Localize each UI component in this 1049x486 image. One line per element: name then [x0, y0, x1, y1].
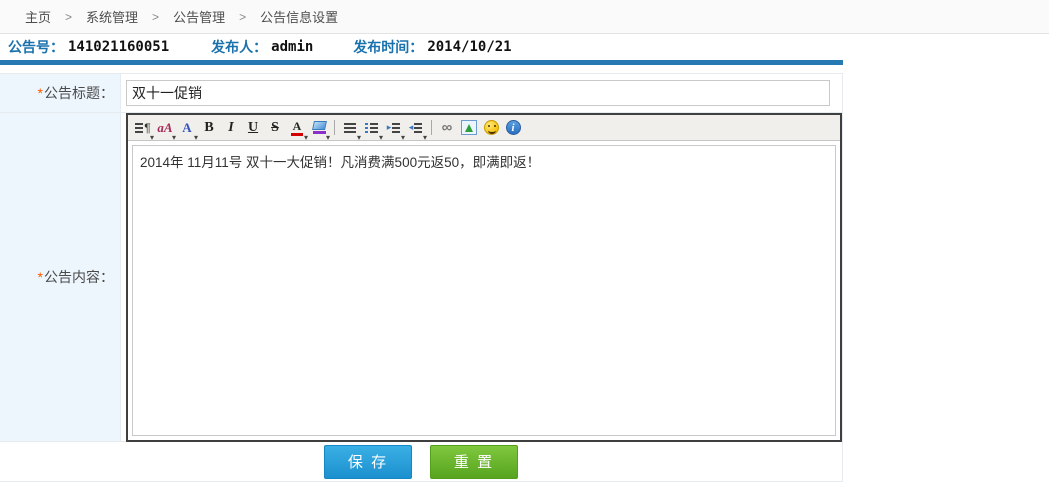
emoticon-icon[interactable]: [480, 117, 502, 139]
editor-content-area[interactable]: 2014年 11月11号 双十一大促销！凡消费满500元返50，即满即返！: [132, 145, 836, 436]
toolbar-separator: [431, 120, 432, 135]
blue-divider: [0, 60, 843, 65]
notice-no-label: 公告号：: [8, 37, 64, 57]
breadcrumb: 主页 > 系统管理 > 公告管理 > 公告信息设置: [0, 0, 1049, 34]
strikethrough-icon[interactable]: S: [264, 117, 286, 139]
breadcrumb-home[interactable]: 主页: [25, 7, 51, 26]
save-button[interactable]: 保 存: [324, 445, 412, 479]
outdent-icon[interactable]: ◂: [405, 117, 427, 139]
breadcrumb-separator: >: [65, 10, 72, 24]
underline-icon[interactable]: U: [242, 117, 264, 139]
breadcrumb-system-management[interactable]: 系统管理: [86, 7, 138, 26]
publisher-label: 发布人：: [211, 37, 267, 57]
content-label: 公告内容：: [44, 267, 114, 287]
link-icon[interactable]: ∞: [436, 117, 458, 139]
editor-toolbar: ¶ aA A B I U: [128, 115, 840, 141]
editor-body-wrap: 2014年 11月11号 双十一大促销！凡消费满500元返50，即满即返！: [128, 141, 840, 440]
reset-button[interactable]: 重 置: [430, 445, 518, 479]
breadcrumb-current-page: 公告信息设置: [260, 7, 338, 26]
title-row: * 公告标题：: [0, 74, 842, 113]
bold-icon[interactable]: B: [198, 117, 220, 139]
rich-text-editor: ¶ aA A B I U: [126, 113, 842, 442]
font-name-icon[interactable]: aA: [154, 117, 176, 139]
about-info-icon[interactable]: i: [502, 117, 524, 139]
breadcrumb-notice-management[interactable]: 公告管理: [173, 7, 225, 26]
title-input[interactable]: [126, 80, 830, 106]
toolbar-separator: [334, 120, 335, 135]
align-icon[interactable]: [339, 117, 361, 139]
breadcrumb-separator: >: [152, 10, 159, 24]
content-editor-cell: ¶ aA A B I U: [121, 113, 842, 441]
content-row: * 公告内容： ¶ aA A B: [0, 113, 842, 442]
title-label: 公告标题：: [44, 83, 114, 103]
paragraph-bars: [135, 123, 143, 133]
notice-info-bar: 公告号： 141021160051 发布人： admin 发布时间： 2014/…: [0, 34, 843, 60]
publish-time-label: 发布时间：: [353, 37, 423, 57]
publish-time-value: 2014/10/21: [427, 39, 511, 55]
notice-form: * 公告标题： * 公告内容： ¶ aA: [0, 73, 843, 482]
list-icon[interactable]: [361, 117, 383, 139]
content-label-cell: * 公告内容：: [0, 113, 121, 441]
italic-icon[interactable]: I: [220, 117, 242, 139]
breadcrumb-separator: >: [239, 10, 246, 24]
title-input-cell: [121, 74, 842, 112]
required-marker: *: [38, 85, 43, 101]
buttons-row: 保 存 重 置: [0, 442, 842, 481]
insert-image-icon[interactable]: [458, 117, 480, 139]
font-color-icon[interactable]: A: [286, 117, 308, 139]
background-color-icon[interactable]: [308, 117, 330, 139]
title-label-cell: * 公告标题：: [0, 74, 121, 112]
publisher-value: admin: [271, 39, 313, 55]
required-marker: *: [38, 269, 43, 285]
font-size-icon[interactable]: A: [176, 117, 198, 139]
indent-icon[interactable]: ▸: [383, 117, 405, 139]
paragraph-format-icon[interactable]: ¶: [132, 117, 154, 139]
notice-no-value: 141021160051: [68, 39, 169, 55]
